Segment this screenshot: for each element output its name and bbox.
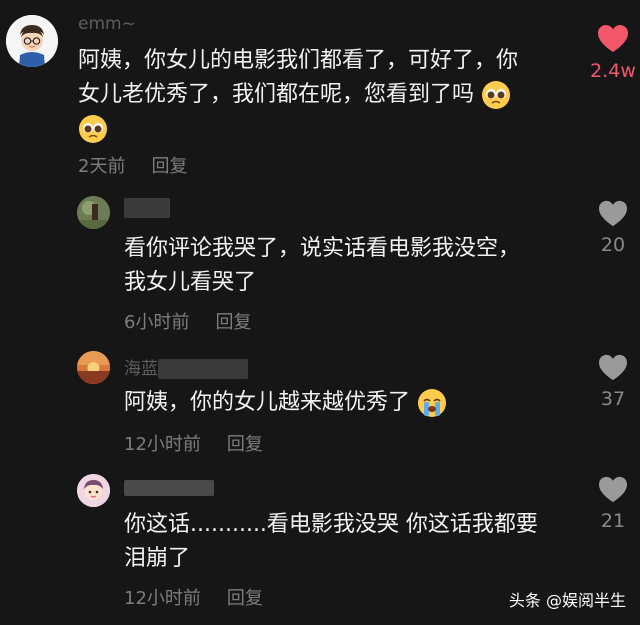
like-count: 21 [600,510,626,532]
comment-meta: 2天前 回复 [78,152,187,178]
comment-time: 2天前 [78,156,126,177]
avatar[interactable] [77,351,110,384]
cartoon-avatar-icon [6,15,58,67]
reply-button[interactable]: 回复 [215,312,251,333]
avatar[interactable] [6,15,58,67]
comment-username[interactable]: emm~ [78,14,136,34]
comment-text-line: 我女儿看哭了 [124,270,257,295]
avatar[interactable] [77,474,110,507]
username-blur [124,198,170,218]
reply-button[interactable]: 回复 [151,156,187,177]
comment-username[interactable]: 海蓝 [124,354,248,379]
pleading-face-icon [79,115,107,143]
username-blur [158,359,248,379]
comment-text: 你这话...........看电影我没哭 你这话我都要 泪崩了 [124,508,594,576]
comment-text-line-span: 女儿老优秀了，我们都在呢，您看到了吗 [78,82,475,107]
heart-icon [598,25,628,52]
comment-text-line: 泪崩了 [124,546,191,571]
crying-face-icon [418,389,447,417]
comment-text-line: 阿姨，你女儿的电影我们都看了，可好了，你 [78,48,519,73]
cartoon-girl-avatar-icon [77,474,110,507]
heart-icon [599,200,627,227]
comment-text-line-span: 阿姨，你的女儿越来越优秀了 [124,390,411,415]
pleading-face-icon [482,81,511,109]
like-count: 2.4w [590,60,636,82]
watermark: 头条 @娱阅半生 [508,591,626,610]
comment-text-line: 女儿老优秀了，我们都在呢，您看到了吗 [78,78,578,112]
comment-meta: 6小时前 回复 [124,308,251,334]
like-button[interactable]: 37 [588,354,638,410]
reply-button[interactable]: 回复 [227,588,263,609]
comment-time: 12小时前 [124,588,201,609]
comment-meta: 12小时前 回复 [124,584,263,610]
comment-text: 阿姨，你女儿的电影我们都看了，可好了，你 女儿老优秀了，我们都在呢，您看到了吗 [78,44,578,146]
heart-icon [599,476,627,503]
comment-meta: 12小时前 回复 [124,430,263,456]
username-blur [124,480,214,496]
like-button[interactable]: 20 [588,200,638,256]
landscape-avatar-icon [77,196,110,229]
comment-username[interactable] [124,478,214,498]
comment-text-line [78,112,578,146]
comment-time: 12小时前 [124,434,201,455]
like-count: 20 [600,234,626,256]
like-button[interactable]: 21 [588,476,638,532]
comment-text-line: 阿姨，你的女儿越来越优秀了 [124,386,584,420]
reply-button[interactable]: 回复 [227,434,263,455]
comment-text-line: 看你评论我哭了，说实话看电影我没空， [124,236,521,261]
comment-username[interactable] [124,198,170,218]
comment-username-text: 海蓝 [124,359,158,379]
comment-text-line: 你这话...........看电影我没哭 你这话我都要 [124,512,538,537]
comment-text: 看你评论我哭了，说实话看电影我没空， 我女儿看哭了 [124,232,584,300]
comment-time: 6小时前 [124,312,190,333]
heart-icon [599,354,627,381]
sunset-avatar-icon [77,351,110,384]
like-button[interactable]: 2.4w [588,24,638,82]
comment-text: 阿姨，你的女儿越来越优秀了 [124,386,584,420]
like-count: 37 [600,388,626,410]
avatar[interactable] [77,196,110,229]
